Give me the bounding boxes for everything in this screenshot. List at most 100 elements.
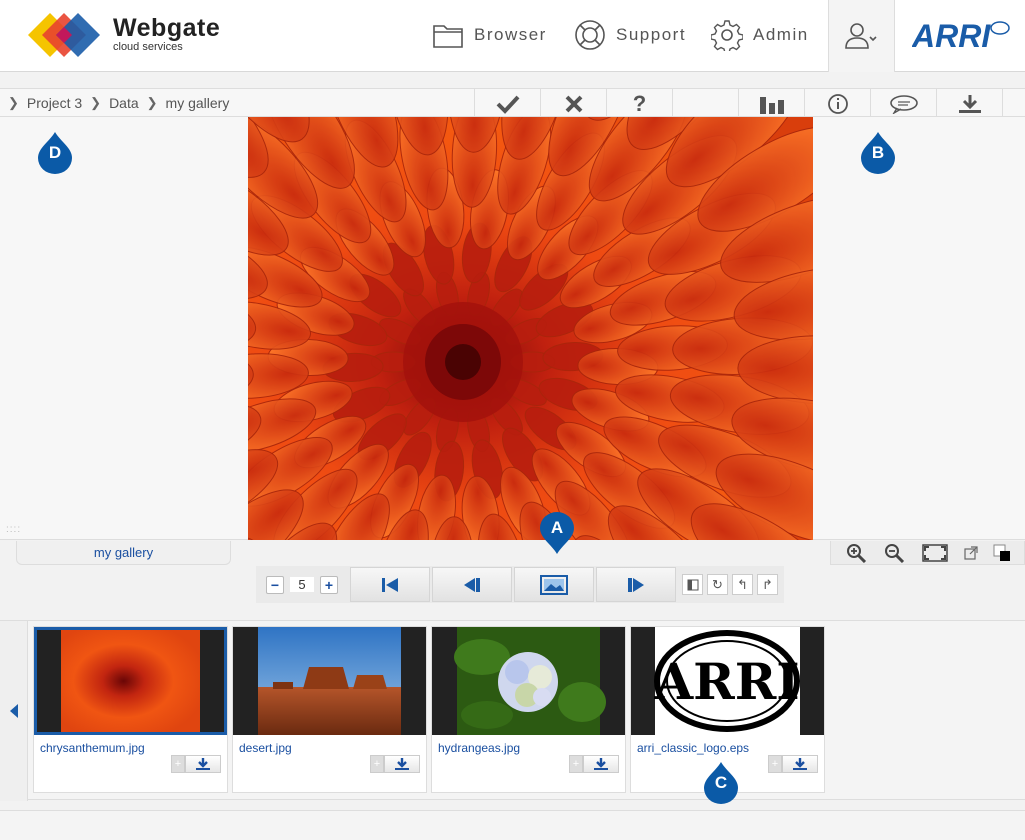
logo-title: Webgate — [113, 14, 221, 42]
add-button[interactable]: + — [370, 755, 384, 773]
svg-text:ARRI: ARRI — [653, 652, 799, 711]
thumbnail-download-button[interactable] — [782, 755, 818, 773]
folder-icon — [433, 25, 463, 48]
logout-button[interactable] — [1002, 89, 1025, 118]
thumbnail-name[interactable]: desert.jpg — [239, 741, 292, 755]
thumbnail-download-button[interactable] — [583, 755, 619, 773]
refresh-icon: ↻ — [712, 576, 723, 592]
marker-b: B — [859, 130, 897, 174]
rotate-right-button[interactable]: ↱ — [757, 574, 778, 595]
breadcrumb-project[interactable]: Project 3 — [27, 95, 82, 111]
thumbnail-image[interactable] — [233, 627, 426, 735]
add-button[interactable]: + — [171, 755, 185, 773]
background-color-icon[interactable] — [993, 544, 1011, 562]
user-dropdown-icon — [844, 23, 877, 49]
refresh-button[interactable]: ↻ — [707, 574, 728, 595]
next-icon — [628, 577, 644, 592]
breadcrumb: ❯ Project 3 ❯ Data ❯ my gallery — [8, 95, 229, 111]
chrysanthemum-image — [248, 117, 813, 540]
close-icon — [565, 95, 582, 112]
image-viewer: :::: D B — [0, 117, 1025, 540]
preview-image[interactable] — [248, 117, 813, 540]
breadcrumb-data[interactable]: Data — [109, 95, 139, 111]
download-icon — [793, 758, 807, 770]
marker-a: A — [538, 510, 576, 554]
nav-admin[interactable]: Admin — [711, 18, 809, 52]
popout-icon[interactable] — [963, 545, 979, 561]
nav-support[interactable]: Support — [574, 18, 686, 52]
nav-browser[interactable]: Browser — [432, 18, 547, 52]
rotate-left-button[interactable]: ↰ — [732, 574, 753, 595]
webgate-logo[interactable]: Webgate cloud services — [28, 10, 228, 60]
fullscreen-icon[interactable] — [921, 543, 949, 563]
first-button[interactable] — [350, 567, 430, 602]
previous-icon — [464, 577, 480, 592]
chevron-right-icon: ❯ — [8, 95, 19, 110]
stats-button[interactable] — [738, 89, 804, 118]
nav-admin-label: Admin — [753, 25, 809, 44]
resize-grip[interactable]: :::: — [6, 524, 21, 535]
step-value[interactable]: 5 — [290, 577, 314, 592]
previous-button[interactable] — [432, 567, 512, 602]
download-button[interactable] — [936, 89, 1002, 118]
thumbnail-image[interactable]: ARRI — [631, 627, 824, 735]
approve-button[interactable] — [474, 89, 540, 118]
chevron-right-icon: ❯ — [90, 95, 102, 110]
add-button[interactable]: + — [768, 755, 782, 773]
marker-d: D — [36, 130, 74, 174]
thumbnail-name[interactable]: arri_classic_logo.eps — [637, 741, 749, 755]
user-menu-button[interactable] — [828, 0, 895, 72]
reject-button[interactable] — [540, 89, 606, 118]
toolbar: ? — [474, 89, 1025, 118]
breadcrumb-gallery[interactable]: my gallery — [166, 95, 230, 111]
info-button[interactable] — [804, 89, 870, 118]
download-icon — [395, 758, 409, 770]
strip-prev-button[interactable] — [0, 621, 28, 801]
next-button[interactable] — [596, 567, 676, 602]
thumbnail-card[interactable]: hydrangeas.jpg + — [431, 626, 626, 793]
info-icon — [827, 93, 848, 114]
svg-text:ARRI: ARRI — [912, 18, 991, 50]
skip-first-icon — [382, 577, 398, 592]
flower-petals — [248, 117, 813, 540]
thumbnail-image[interactable] — [432, 627, 625, 735]
zoom-in-icon[interactable] — [845, 543, 869, 563]
increment-button[interactable]: + — [320, 575, 338, 594]
toolbar-spacer — [672, 89, 738, 118]
help-icon: ? — [632, 90, 647, 116]
decrement-button[interactable]: − — [266, 575, 284, 594]
thumbnail-image[interactable] — [34, 627, 227, 735]
thumbnail-download-button[interactable] — [185, 755, 221, 773]
thumbnail-card[interactable]: chrysanthemum.jpg + — [33, 626, 228, 793]
compare-icon — [687, 579, 698, 590]
gear-icon — [711, 20, 743, 51]
zoom-out-icon[interactable] — [883, 543, 907, 563]
thumbnail-card[interactable]: desert.jpg + — [232, 626, 427, 793]
footer-bar — [0, 810, 1025, 840]
player-controls: − 5 + ↻ ↰ ↱ — [256, 566, 784, 603]
slideshow-button[interactable] — [514, 567, 594, 602]
top-bar: Webgate cloud services Browser Support A… — [0, 0, 1025, 72]
zoom-tools — [830, 541, 1025, 565]
nav-browser-label: Browser — [474, 25, 547, 44]
chevron-left-icon — [9, 704, 18, 718]
thumbnail-strip: chrysanthemum.jpg + desert.jpg + hydrang… — [0, 620, 1025, 801]
help-button[interactable]: ? — [606, 89, 672, 118]
thumbnail-name[interactable]: hydrangeas.jpg — [438, 741, 520, 755]
gallery-tab[interactable]: my gallery — [16, 541, 231, 565]
download-icon — [196, 758, 210, 770]
add-button[interactable]: + — [569, 755, 583, 773]
breadcrumb-bar: ❯ Project 3 ❯ Data ❯ my gallery ? — [0, 88, 1025, 118]
check-icon — [496, 95, 519, 114]
comment-button[interactable] — [870, 89, 936, 118]
thumbnail-name[interactable]: chrysanthemum.jpg — [40, 741, 145, 755]
download-icon — [958, 94, 981, 113]
stats-icon — [759, 96, 784, 114]
rotate-left-icon: ↰ — [737, 576, 748, 592]
nav-support-label: Support — [616, 25, 687, 44]
thumbnail-download-button[interactable] — [384, 755, 420, 773]
compare-button[interactable] — [682, 574, 703, 595]
chevron-right-icon: ❯ — [146, 95, 158, 110]
rotate-right-icon: ↱ — [762, 576, 773, 592]
comment-icon — [889, 94, 918, 114]
